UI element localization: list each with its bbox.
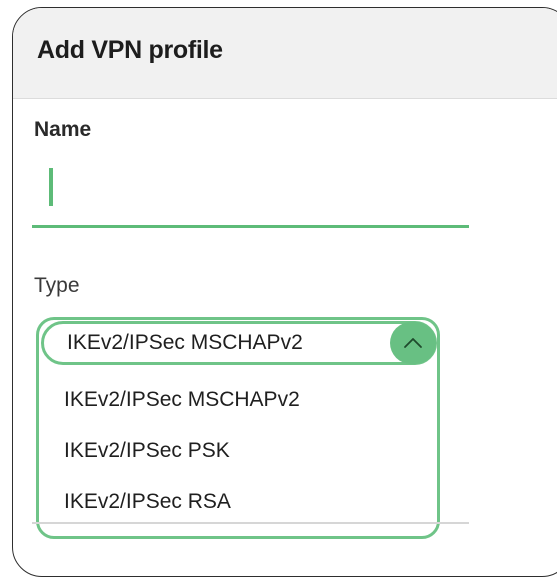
add-vpn-profile-dialog: Add VPN profile Name Type IKEv2/IPSec MS… (12, 7, 557, 577)
chevron-up-icon (404, 338, 422, 348)
type-select[interactable]: IKEv2/IPSec MSCHAPv2 (41, 321, 437, 365)
type-field-underline (32, 522, 469, 524)
dialog-header: Add VPN profile (13, 8, 557, 99)
name-input[interactable] (32, 158, 469, 228)
type-option-psk[interactable]: IKEv2/IPSec PSK (64, 439, 230, 463)
collapse-dropdown-button[interactable] (390, 322, 436, 364)
type-option-rsa[interactable]: IKEv2/IPSec RSA (64, 490, 231, 514)
type-selected-value: IKEv2/IPSec MSCHAPv2 (67, 331, 303, 354)
type-dropdown[interactable]: IKEv2/IPSec MSCHAPv2 IKEv2/IPSec MSCHAPv… (36, 317, 440, 539)
type-option-mschapv2[interactable]: IKEv2/IPSec MSCHAPv2 (64, 388, 300, 412)
type-label: Type (34, 274, 80, 297)
name-input-underline (32, 225, 469, 228)
name-label: Name (34, 118, 92, 141)
dialog-title: Add VPN profile (37, 36, 223, 64)
text-cursor (49, 168, 53, 206)
